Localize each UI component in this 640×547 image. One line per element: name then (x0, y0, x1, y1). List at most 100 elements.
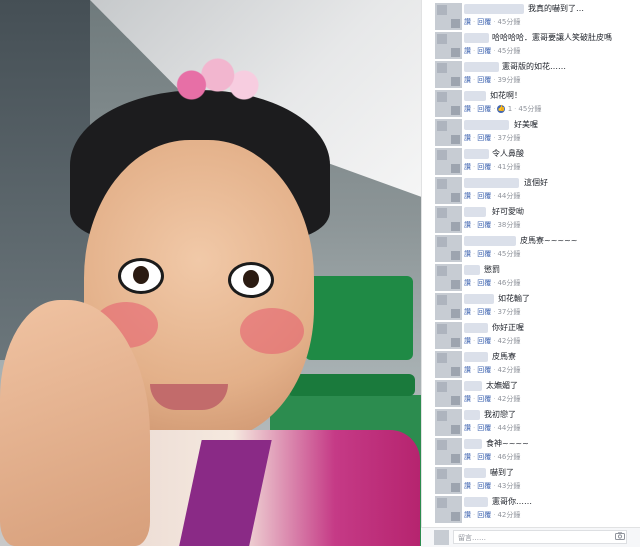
reply-link[interactable]: 回覆 (477, 453, 491, 461)
like-link[interactable]: 讚 (464, 366, 471, 374)
post-photo[interactable] (0, 0, 421, 546)
comment-time[interactable]: 37分鐘 (497, 308, 520, 316)
comment-meta: 讚 · 回覆 · 45分鐘 (464, 250, 521, 258)
comment-time[interactable]: 41分鐘 (497, 163, 520, 171)
comment-meta: 讚 · 回覆 · 41分鐘 (464, 163, 521, 171)
like-link[interactable]: 讚 (464, 453, 471, 461)
reply-link[interactable]: 回覆 (477, 337, 491, 345)
avatar[interactable] (435, 496, 462, 523)
reply-link[interactable]: 回覆 (477, 105, 491, 113)
like-link[interactable]: 讚 (464, 76, 471, 84)
like-link[interactable]: 讚 (464, 511, 471, 519)
reply-link[interactable]: 回覆 (477, 18, 491, 26)
camera-icon[interactable] (615, 532, 625, 540)
comment-time[interactable]: 43分鐘 (497, 482, 520, 490)
reply-link[interactable]: 回覆 (477, 47, 491, 55)
avatar[interactable] (435, 409, 462, 436)
like-link[interactable]: 讚 (464, 192, 471, 200)
reply-link[interactable]: 回覆 (477, 366, 491, 374)
avatar[interactable] (435, 32, 462, 59)
comment-time[interactable]: 45分鐘 (497, 47, 520, 55)
like-link[interactable]: 讚 (464, 221, 471, 229)
avatar[interactable] (435, 351, 462, 378)
like-link[interactable]: 讚 (464, 337, 471, 345)
comment-time[interactable]: 42分鐘 (497, 337, 520, 345)
comment-meta: 讚 · 回覆 · 37分鐘 (464, 134, 521, 142)
comment-item: 憲哥你…… 讚 · 回覆 · 42分鐘 (422, 493, 640, 523)
comment-time[interactable]: 39分鐘 (497, 76, 520, 84)
pink-flower-hairpiece (160, 55, 265, 105)
avatar[interactable] (435, 177, 462, 204)
like-link[interactable]: 讚 (464, 250, 471, 258)
comment-time[interactable]: 45分鐘 (497, 18, 520, 26)
avatar[interactable] (435, 293, 462, 320)
comment-meta: 讚 · 回覆 · 42分鐘 (464, 366, 521, 374)
comment-meta: 讚 · 回覆 · 45分鐘 (464, 18, 521, 26)
reply-link[interactable]: 回覆 (477, 163, 491, 171)
comment-time[interactable]: 45分鐘 (497, 250, 520, 258)
reply-link[interactable]: 回覆 (477, 279, 491, 287)
like-link[interactable]: 讚 (464, 395, 471, 403)
comment-meta: 讚 · 回覆 · 42分鐘 (464, 395, 521, 403)
comment-meta: 讚 · 回覆 · 45分鐘 (464, 47, 521, 55)
avatar[interactable] (435, 119, 462, 146)
avatar[interactable] (435, 235, 462, 262)
comment-text: 憲哥你…… (492, 497, 532, 506)
avatar[interactable] (435, 61, 462, 88)
comment-item: 這個好 讚 · 回覆 · 44分鐘 (422, 174, 640, 204)
comment-input[interactable]: 留言…… (453, 530, 627, 544)
avatar[interactable] (435, 3, 462, 30)
reply-link[interactable]: 回覆 (477, 134, 491, 142)
comment-item: 太嫵媚了 讚 · 回覆 · 42分鐘 (422, 377, 640, 407)
like-link[interactable]: 讚 (464, 424, 471, 432)
avatar[interactable] (435, 206, 462, 233)
comment-time[interactable]: 37分鐘 (497, 134, 520, 142)
comment-meta: 讚 · 回覆 · 39分鐘 (464, 76, 521, 84)
avatar[interactable] (435, 467, 462, 494)
commenter-name-redacted (464, 410, 480, 420)
like-link[interactable]: 讚 (464, 308, 471, 316)
reply-link[interactable]: 回覆 (477, 76, 491, 84)
comment-time[interactable]: 42分鐘 (497, 511, 520, 519)
reply-link[interactable]: 回覆 (477, 424, 491, 432)
comment-time[interactable]: 46分鐘 (497, 279, 520, 287)
like-link[interactable]: 讚 (464, 47, 471, 55)
avatar[interactable] (435, 264, 462, 291)
comment-time[interactable]: 44分鐘 (497, 424, 520, 432)
commenter-name-redacted (464, 62, 499, 72)
comment-time[interactable]: 38分鐘 (497, 221, 520, 229)
reply-link[interactable]: 回覆 (477, 395, 491, 403)
left-eye (118, 258, 164, 294)
comment-list[interactable]: 我真的嚇到了… 讚 · 回覆 · 45分鐘 哈哈哈哈．憲哥要讓人笑破肚皮嗎 讚 · 回覆 · 4… (421, 0, 640, 546)
like-link[interactable]: 讚 (464, 105, 471, 113)
reply-link[interactable]: 回覆 (477, 511, 491, 519)
comment-time[interactable]: 45分鐘 (518, 105, 541, 113)
reply-link[interactable]: 回覆 (477, 482, 491, 490)
comment-time[interactable]: 46分鐘 (497, 453, 520, 461)
reply-link[interactable]: 回覆 (477, 250, 491, 258)
comment-time[interactable]: 42分鐘 (497, 366, 520, 374)
green-seat-base (287, 374, 415, 396)
avatar[interactable] (435, 90, 462, 117)
reply-link[interactable]: 回覆 (477, 221, 491, 229)
like-link[interactable]: 讚 (464, 482, 471, 490)
avatar[interactable] (435, 322, 462, 349)
comment-meta: 讚 · 回覆 · 46分鐘 (464, 279, 521, 287)
comment-meta: 讚 · 回覆 · 37分鐘 (464, 308, 521, 316)
commenter-name-redacted (464, 91, 486, 101)
commenter-name-redacted (464, 207, 486, 217)
commenter-name-redacted (464, 439, 482, 449)
comment-time[interactable]: 44分鐘 (497, 192, 520, 200)
comment-meta: 讚 · 回覆 · 42分鐘 (464, 511, 521, 519)
avatar[interactable] (435, 380, 462, 407)
avatar[interactable] (435, 438, 462, 465)
comment-time[interactable]: 42分鐘 (497, 395, 520, 403)
like-link[interactable]: 讚 (464, 18, 471, 26)
like-link[interactable]: 讚 (464, 134, 471, 142)
reply-link[interactable]: 回覆 (477, 308, 491, 316)
comment-meta: 讚 · 回覆 · 38分鐘 (464, 221, 521, 229)
avatar[interactable] (435, 148, 462, 175)
like-link[interactable]: 讚 (464, 279, 471, 287)
like-link[interactable]: 讚 (464, 163, 471, 171)
reply-link[interactable]: 回覆 (477, 192, 491, 200)
